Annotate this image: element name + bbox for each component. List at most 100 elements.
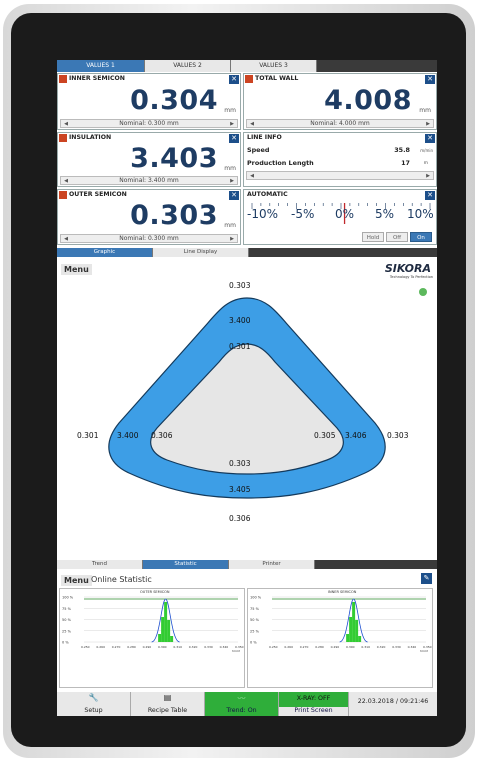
tab-values-1[interactable]: VALUES 1: [57, 60, 145, 72]
x-tick-label: 0.300: [158, 645, 167, 649]
scale-label: 0%: [335, 207, 355, 221]
tile-header: AUTOMATIC ✕: [244, 190, 436, 200]
x-tick-label: 0.340: [220, 645, 229, 649]
nominal-row: ◀ Nominal: 4.000 mm ▶: [246, 119, 434, 128]
nominal-label: Nominal: 4.000 mm: [310, 120, 370, 127]
prev-arrow-icon[interactable]: ◀: [62, 235, 70, 243]
prev-arrow-icon[interactable]: ◀: [62, 120, 70, 128]
nominal-label: Nominal: 3.400 mm: [119, 177, 179, 184]
next-arrow-icon[interactable]: ▶: [228, 177, 236, 185]
bottom-inner-value: 0.303: [229, 459, 251, 468]
speed-label: Speed: [247, 146, 270, 154]
histogram-bar: [349, 617, 353, 642]
edit-icon[interactable]: ✎: [421, 573, 432, 584]
hold-button[interactable]: Hold: [362, 232, 384, 242]
x-tick-label: 0.330: [392, 645, 401, 649]
on-button[interactable]: On: [410, 232, 432, 242]
cable-cross-section: [108, 297, 386, 499]
scale-label: 10%: [407, 207, 434, 221]
alarm-icon: [59, 134, 67, 142]
trend-label: Trend: On: [226, 707, 257, 714]
close-icon[interactable]: ✕: [229, 75, 239, 84]
y-tick-label: 75 %: [250, 607, 260, 611]
close-icon[interactable]: ✕: [425, 134, 435, 143]
menu-button[interactable]: Menu: [61, 575, 92, 586]
alarm-icon: [59, 191, 67, 199]
unit-label: mm: [224, 107, 236, 114]
histogram-inner: 100 % 75 % 50 % 25 % 0 % 0.250 0.260 0.270 0.280…: [250, 596, 432, 653]
tab-values-2[interactable]: VALUES 2: [145, 60, 231, 72]
stats-table: [252, 651, 430, 685]
histogram-bar: [158, 634, 162, 642]
tab-trend[interactable]: Trend: [57, 560, 143, 569]
display-tabs: Graphic Line Display: [57, 248, 437, 257]
x-tick-label: 0.290: [331, 645, 340, 649]
y-tick-label: 100 %: [62, 596, 74, 600]
right-outer-value: 0.303: [387, 431, 409, 440]
alarm-icon: [59, 75, 67, 83]
setup-button[interactable]: 🔧 Setup: [57, 692, 131, 716]
recipe-label: Recipe Table: [147, 707, 188, 714]
bottom-outer-value: 0.306: [229, 514, 251, 523]
prev-arrow-icon[interactable]: ◀: [248, 120, 256, 128]
y-tick-label: 100 %: [250, 596, 262, 600]
nominal-row: ◀ Nominal: 0.300 mm ▶: [60, 119, 238, 128]
tab-values-3[interactable]: VALUES 3: [231, 60, 317, 72]
datetime-display: 22.03.2018 / 09:21:46: [349, 692, 437, 716]
tile-title: TOTAL WALL: [255, 75, 299, 82]
speed-unit: m/min: [420, 148, 433, 153]
bottom-mid-value: 3.405: [229, 485, 251, 494]
close-icon[interactable]: ✕: [229, 191, 239, 200]
tab-printer[interactable]: Printer: [229, 560, 315, 569]
next-arrow-icon[interactable]: ▶: [228, 235, 236, 243]
tile-header: OUTER SEMICON ✕: [58, 190, 240, 200]
tile-insulation: INSULATION ✕ 3.403 mm ◀ Nominal: 3.400 m…: [57, 132, 241, 187]
off-button[interactable]: Off: [386, 232, 408, 242]
tab-graphic[interactable]: Graphic: [57, 248, 153, 257]
next-arrow-icon[interactable]: ▶: [424, 120, 432, 128]
tab-line-display[interactable]: Line Display: [153, 248, 249, 257]
stat-panel-inner-semicon: INNER SEMICON 100 % 75 % 50 % 25 % 0 % 0.250 0…: [247, 588, 433, 688]
trend-icon: 〰: [237, 694, 246, 703]
x-tick-label: 0.270: [112, 645, 121, 649]
tile-header: INSULATION ✕: [58, 133, 240, 143]
length-value: 17: [401, 159, 410, 167]
line-info-nav: ◀ ▶: [246, 171, 434, 180]
tile-header: TOTAL WALL ✕: [244, 74, 436, 84]
right-inner-value: 0.305: [314, 431, 336, 440]
tile-inner-semicon: INNER SEMICON ✕ 0.304 mm ◀ Nominal: 0.30…: [57, 73, 241, 130]
next-arrow-icon[interactable]: ▶: [228, 120, 236, 128]
nominal-row: ◀ Nominal: 3.400 mm ▶: [60, 176, 238, 185]
measured-value: 0.303: [130, 200, 218, 231]
tile-outer-semicon: OUTER SEMICON ✕ 0.303 mm ◀ Nominal: 0.30…: [57, 189, 241, 245]
x-tick-label: 0.300: [346, 645, 355, 649]
x-tick-label: 0.260: [284, 645, 293, 649]
close-icon[interactable]: ✕: [425, 75, 435, 84]
deviation-scale-labels: -10% -5% 0% 5% 10%: [247, 207, 435, 221]
scale-label: -5%: [291, 207, 315, 221]
tile-line-info: LINE INFO ✕ Speed 35.8 m/min Production …: [243, 132, 437, 187]
next-arrow-icon[interactable]: ▶: [424, 172, 432, 180]
x-tick-label: 0.330: [204, 645, 213, 649]
unit-label: mm: [419, 107, 431, 114]
alarm-icon: [245, 75, 253, 83]
x-tick-label: 0.320: [377, 645, 386, 649]
tile-total-wall: TOTAL WALL ✕ 4.008 mm ◀ Nominal: 4.000 m…: [243, 73, 437, 130]
prev-arrow-icon[interactable]: ◀: [248, 172, 256, 180]
trend-toggle-button[interactable]: 〰 Trend: On: [205, 692, 279, 716]
length-unit: m: [423, 161, 428, 166]
x-tick-label: 0.340: [408, 645, 417, 649]
y-tick-label: 25 %: [250, 629, 260, 633]
prev-arrow-icon[interactable]: ◀: [62, 177, 70, 185]
recipe-table-button[interactable]: ▤ Recipe Table: [131, 692, 205, 716]
measured-value: 4.008: [324, 85, 412, 116]
statistic-title: Online Statistic: [91, 575, 152, 584]
xray-toggle-button[interactable]: X-RAY: OFF Print Screen: [279, 692, 349, 716]
print-screen-label[interactable]: Print Screen: [279, 707, 348, 716]
tab-statistic[interactable]: Statistic: [143, 560, 229, 569]
tile-title: AUTOMATIC: [247, 191, 288, 198]
y-tick-label: 0 %: [250, 641, 257, 645]
close-icon[interactable]: ✕: [425, 191, 435, 200]
close-icon[interactable]: ✕: [229, 134, 239, 143]
top-outer-value: 0.303: [229, 281, 251, 290]
